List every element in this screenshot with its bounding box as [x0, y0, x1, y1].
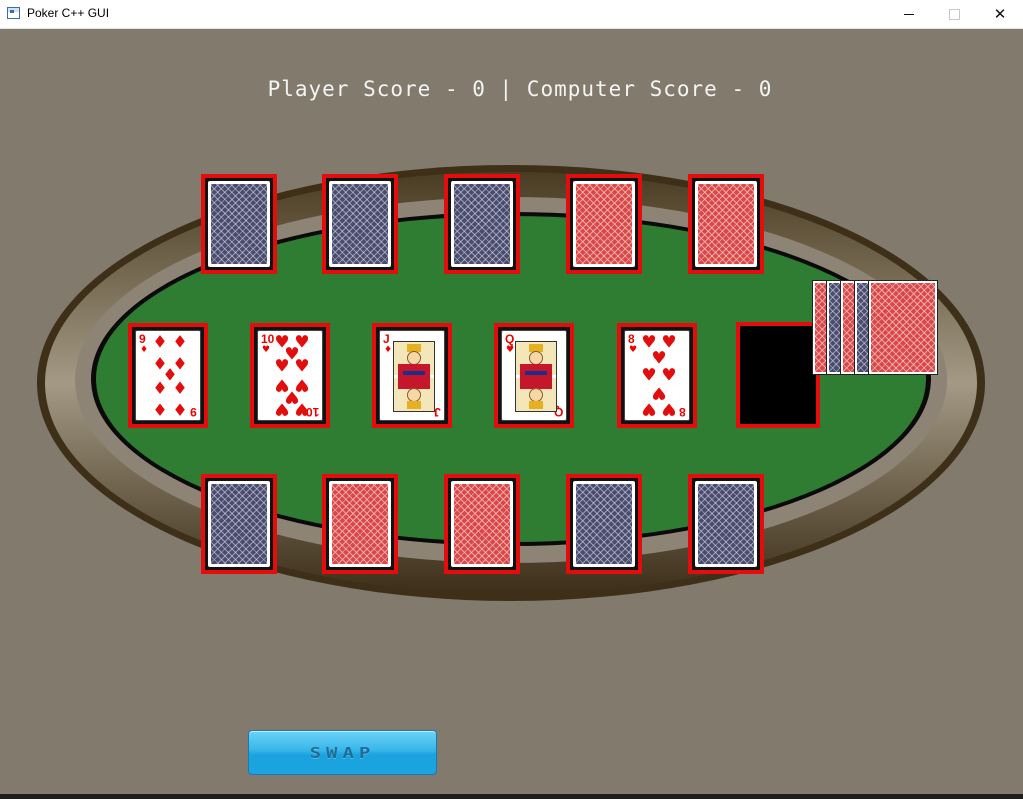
diamonds-icon: ♦ [172, 398, 188, 419]
card-rank-inverted: 8 [679, 405, 686, 419]
close-button[interactable]: ✕ [977, 0, 1023, 28]
close-icon: ✕ [993, 4, 1007, 23]
player-hand-card-2[interactable] [322, 474, 398, 574]
card-pips: ♦ ♦ ♦ ♦ ♦ ♦ ♦ ♦ ♦ [150, 334, 190, 419]
title-bar: Poker C++ GUI ✕ [0, 0, 1023, 29]
swap-button[interactable]: SWAP [248, 730, 437, 775]
window-title: Poker C++ GUI [27, 6, 110, 20]
community-card-2[interactable]: 10 ♥ 10 ♥ ♥ ♥ ♥ ♥ ♥ ♥ ♥ ♥ ♥ [250, 323, 330, 428]
card-rank: Q [505, 332, 515, 346]
diamonds-icon: ♦ [152, 398, 168, 419]
card-back-pattern [695, 481, 757, 567]
diamonds-icon: ♦ [172, 332, 188, 353]
player-hand-card-4[interactable] [566, 474, 642, 574]
card-back-pattern [451, 481, 513, 567]
diamonds-icon: ♦ [140, 345, 149, 355]
diamonds-icon: ♦ [152, 332, 168, 353]
computer-hand-card-5[interactable] [688, 174, 764, 274]
card-face: 9 ♦ 9 ♦ ♦ ♦ ♦ ♦ ♦ ♦ ♦ ♦ [135, 330, 201, 421]
diamonds-icon: ♦ [172, 376, 188, 397]
card-pips: ♥ ♥ ♥ ♥ ♥ ♥ ♥ ♥ [639, 334, 679, 419]
computer-hand-card-1[interactable] [201, 174, 277, 274]
hearts-icon: ♥ [641, 365, 657, 385]
hearts-icon: ♥ [262, 345, 271, 355]
hearts-icon: ♥ [641, 398, 657, 419]
hearts-icon: ♥ [294, 398, 310, 419]
community-card-5[interactable]: 8 ♥ 8 ♥ ♥ ♥ ♥ ♥ ♥ ♥ ♥ [617, 323, 697, 428]
queen-portrait-icon [515, 341, 557, 412]
minimize-icon [904, 13, 914, 15]
card-back-pattern [451, 181, 513, 267]
card-rank-inverted: J [434, 405, 441, 419]
card-rank-inverted: 9 [190, 405, 197, 419]
player-hand-card-5[interactable] [688, 474, 764, 574]
taskbar-edge [0, 794, 1023, 799]
card-face: Q ♥ Q [501, 330, 567, 421]
hearts-icon: ♥ [629, 345, 638, 355]
hearts-icon: ♥ [274, 398, 290, 419]
hearts-icon: ♥ [661, 398, 677, 419]
jack-portrait-icon [393, 341, 435, 412]
app-icon [7, 7, 20, 19]
player-hand-card-1[interactable] [201, 474, 277, 574]
hearts-icon: ♥ [294, 356, 310, 377]
diamonds-icon: ♦ [384, 345, 393, 355]
card-back-pattern [573, 481, 635, 567]
card-rank: J [383, 332, 390, 346]
score-display: Player Score - 0 | Computer Score - 0 [267, 77, 773, 101]
card-back-pattern [208, 181, 270, 267]
minimize-button[interactable] [886, 0, 932, 28]
hearts-icon: ♥ [651, 382, 667, 403]
card-face: 8 ♥ 8 ♥ ♥ ♥ ♥ ♥ ♥ ♥ ♥ [624, 330, 690, 421]
computer-hand-card-2[interactable] [322, 174, 398, 274]
swap-button-label: SWAP [309, 743, 376, 762]
card-face: J ♦ J [379, 330, 445, 421]
hearts-icon: ♥ [274, 356, 290, 377]
game-canvas: Player Score - 0 | Computer Score - 0 9 ♦… [0, 29, 1023, 794]
card-back-pattern [208, 481, 270, 567]
card-rank: 8 [628, 332, 635, 346]
player-hand-card-3[interactable] [444, 474, 520, 574]
community-card-3[interactable]: J ♦ J [372, 323, 452, 428]
hearts-icon: ♥ [661, 365, 677, 385]
card-back-pattern [573, 181, 635, 267]
card-rank: 9 [139, 332, 146, 346]
card-back-pattern [329, 481, 391, 567]
card-back-pattern [329, 181, 391, 267]
maximize-button[interactable] [931, 0, 977, 28]
community-card-1[interactable]: 9 ♦ 9 ♦ ♦ ♦ ♦ ♦ ♦ ♦ ♦ ♦ [128, 323, 208, 428]
computer-hand-card-3[interactable] [444, 174, 520, 274]
community-card-slot-empty[interactable] [736, 322, 820, 428]
card-pips: ♥ ♥ ♥ ♥ ♥ ♥ ♥ ♥ ♥ ♥ [272, 334, 312, 419]
diamonds-icon: ♦ [152, 376, 168, 397]
community-card-4[interactable]: Q ♥ Q [494, 323, 574, 428]
computer-hand-card-4[interactable] [566, 174, 642, 274]
card-back-pattern [695, 181, 757, 267]
maximize-icon [948, 8, 960, 20]
deck-card [868, 280, 938, 375]
hearts-icon: ♥ [506, 345, 515, 355]
card-face: 10 ♥ 10 ♥ ♥ ♥ ♥ ♥ ♥ ♥ ♥ ♥ ♥ [257, 330, 323, 421]
